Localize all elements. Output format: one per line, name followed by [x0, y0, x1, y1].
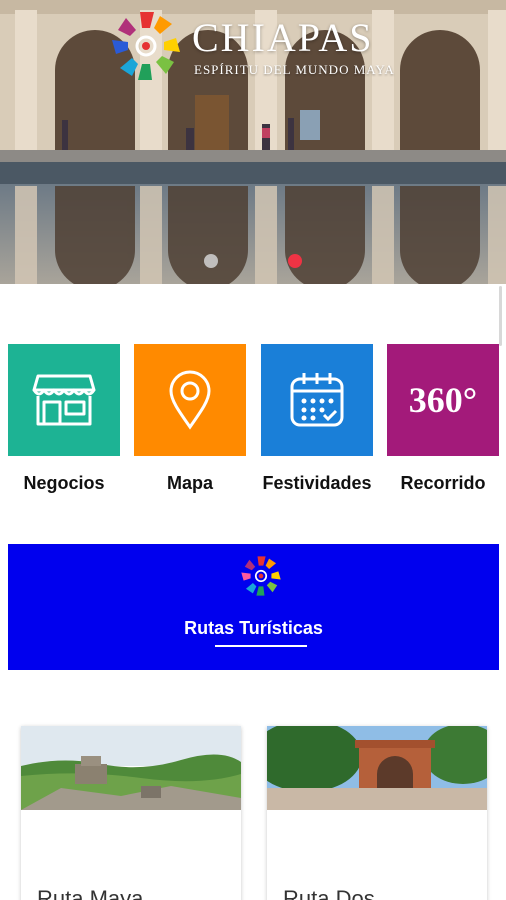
- scrollbar[interactable]: [499, 286, 502, 346]
- carousel-dot-2-active[interactable]: [288, 254, 302, 268]
- route-title: Ruta Maya: [37, 886, 144, 900]
- menu-label-recorrido: Recorrido: [400, 473, 486, 493]
- calendar-icon: [290, 373, 344, 427]
- route-image-ruta-dos: [267, 726, 487, 810]
- menu-tile-recorrido[interactable]: 360° Recorrido: [387, 344, 499, 502]
- rutas-turisticas-banner[interactable]: Rutas Turísticas: [8, 544, 499, 670]
- storefront-icon: [32, 374, 96, 426]
- menu-tile-festividades[interactable]: Festividades: [261, 344, 373, 502]
- chiapas-logo-icon: [241, 556, 281, 596]
- hero-carousel[interactable]: CHIAPAS ESPÍRITU DEL MUNDO MAYA: [0, 0, 506, 284]
- 360-icon: 360°: [408, 380, 478, 420]
- route-title: Ruta Dos: [283, 886, 375, 900]
- map-pin-icon: [169, 370, 211, 430]
- brand-tagline: ESPÍRITU DEL MUNDO MAYA: [194, 62, 395, 77]
- route-card-ruta-maya[interactable]: Ruta Maya: [21, 726, 241, 900]
- route-card-ruta-dos[interactable]: Ruta Dos: [267, 726, 487, 900]
- brand-header: CHIAPAS ESPÍRITU DEL MUNDO MAYA: [108, 8, 408, 84]
- chiapas-logo-icon: [112, 12, 180, 80]
- menu-label-negocios: Negocios: [23, 473, 105, 493]
- menu-label-festividades: Festividades: [262, 473, 372, 493]
- menu-tiles: Negocios Mapa Festividades 360° Recorrid…: [0, 344, 506, 524]
- route-image-ruta-maya: [21, 726, 241, 810]
- menu-tile-negocios[interactable]: Negocios: [8, 344, 120, 502]
- brand-name: CHIAPAS: [192, 15, 374, 60]
- banner-title: Rutas Turísticas: [184, 618, 323, 638]
- menu-label-mapa: Mapa: [166, 473, 213, 493]
- menu-tile-mapa[interactable]: Mapa: [134, 344, 246, 502]
- carousel-dot-1[interactable]: [204, 254, 218, 268]
- carousel-dots: [0, 254, 506, 270]
- banner-underline: [215, 645, 307, 647]
